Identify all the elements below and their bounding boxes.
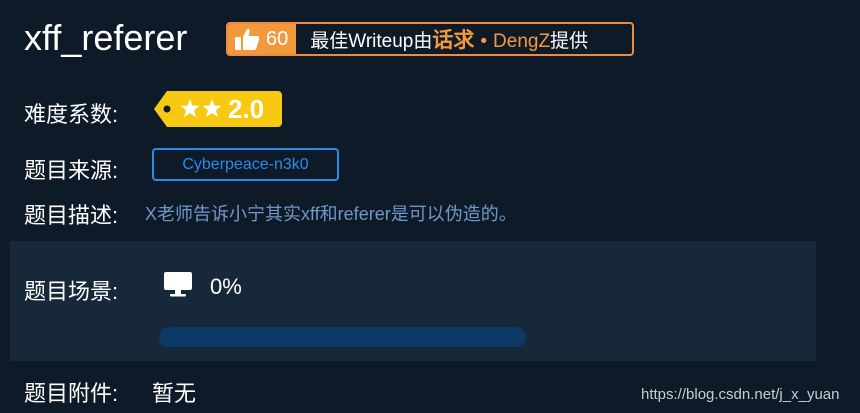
challenge-detail-page: xff_referer 60 最佳Writeup由 话求 • DengZ 提供 … — [0, 0, 860, 413]
difficulty-value: 2.0 — [228, 94, 265, 124]
scene-label: 题目场景: — [24, 279, 119, 304]
scene-panel: 题目场景: 0% — [10, 241, 816, 361]
attachment-label: 题目附件: — [24, 381, 119, 406]
like-counter[interactable]: 60 — [228, 24, 297, 54]
source-label: 题目来源: — [24, 158, 119, 183]
best-writeup-badge[interactable]: 60 最佳Writeup由 话求 • DengZ 提供 — [226, 22, 634, 56]
description-label: 题目描述: — [24, 203, 119, 228]
writeup-suffix: 提供 — [550, 31, 589, 52]
attachment-value: 暂无 — [152, 381, 197, 406]
challenge-title: xff_referer — [24, 17, 188, 58]
thumbs-up-icon — [235, 28, 260, 50]
description-text: X老师告诉小宁其实xff和referer是可以伪造的。 — [145, 204, 517, 224]
writeup-credit: 最佳Writeup由 话求 • DengZ 提供 — [296, 24, 588, 54]
like-count: 60 — [266, 27, 289, 50]
separator-dot: • — [480, 31, 488, 52]
scene-progress-bar — [159, 327, 526, 347]
monitor-icon[interactable] — [163, 271, 193, 297]
source-tag[interactable]: Cyberpeace-n3k0 — [152, 148, 339, 181]
writeup-prefix: 最佳Writeup由 — [310, 31, 433, 52]
writeup-author-link[interactable]: DengZ — [493, 31, 550, 53]
watermark-url: https://blog.csdn.net/j_x_yuan — [641, 386, 840, 403]
writeup-highlight: 话求 — [432, 29, 475, 52]
tag-hole-icon — [163, 105, 171, 113]
difficulty-label: 难度系数: — [24, 102, 119, 127]
scene-progress-percent: 0% — [210, 274, 242, 299]
